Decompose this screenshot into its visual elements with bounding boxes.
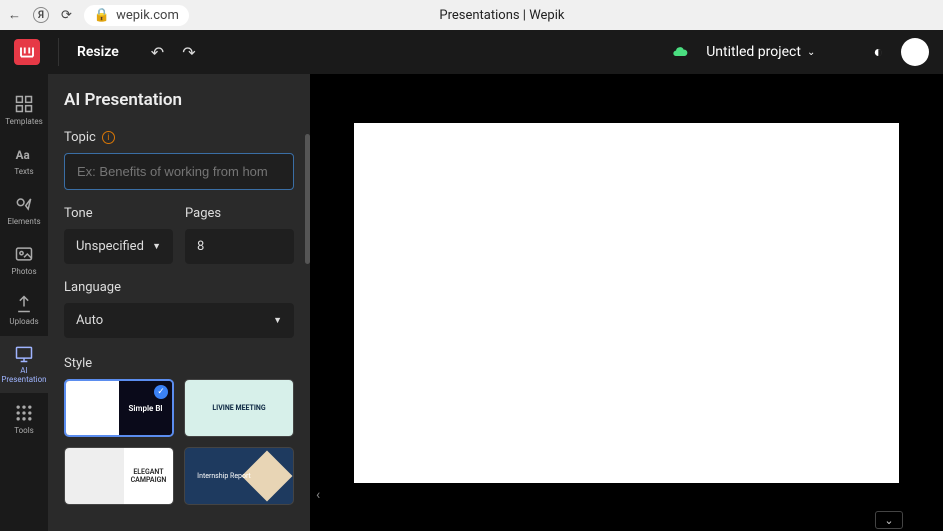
info-icon[interactable]: i — [102, 131, 115, 144]
tab-title: Presentations | Wepik — [201, 8, 803, 23]
language-label: Language — [64, 280, 121, 295]
language-value: Auto — [76, 313, 103, 328]
style-label: Style — [64, 356, 92, 371]
url-text: wepik.com — [116, 8, 179, 23]
style-name: Simple Bl — [129, 404, 163, 413]
sidebar-label: Elements — [7, 217, 40, 226]
tone-select[interactable]: Unspecified ▼ — [64, 229, 173, 264]
pages-label: Pages — [185, 206, 221, 221]
sidebar-item-ai-presentation[interactable]: AI Presentation — [0, 336, 48, 393]
style-name: Internship Report — [197, 472, 251, 480]
sidebar-item-texts[interactable]: Aa Texts — [0, 136, 48, 184]
prev-slide-icon[interactable]: ‹ — [316, 487, 320, 503]
avatar[interactable] — [901, 38, 929, 66]
style-card-simple[interactable]: Simple Bl ✓ — [64, 379, 174, 437]
app-toolbar: Resize ↶ ↷ Untitled project ⌄ ◐ — [0, 30, 943, 74]
project-name: Untitled project — [706, 44, 801, 60]
check-icon: ✓ — [154, 385, 168, 399]
tone-value: Unspecified — [76, 239, 144, 254]
pages-value: 8 — [197, 239, 204, 254]
sidebar-label: Photos — [11, 267, 36, 276]
language-select[interactable]: Auto ▼ — [64, 303, 294, 338]
style-card-livine[interactable]: LIVINE MEETING — [184, 379, 294, 437]
sidebar-item-elements[interactable]: Elements — [0, 186, 48, 234]
sidebar-item-photos[interactable]: Photos — [0, 236, 48, 284]
ai-presentation-panel: AI Presentation Topic i Tone Unspecified… — [48, 74, 310, 531]
redo-icon[interactable]: ↷ — [182, 43, 195, 62]
canvas-area[interactable]: ‹ ⌄ — [310, 74, 943, 531]
sidebar-item-templates[interactable]: Templates — [0, 86, 48, 134]
sidebar-label: Uploads — [9, 317, 38, 326]
undo-icon[interactable]: ↶ — [151, 43, 164, 62]
style-card-elegant[interactable]: ELEGANT CAMPAIGN — [64, 447, 174, 505]
style-name: LIVINE MEETING — [212, 404, 265, 412]
project-name-dropdown[interactable]: Untitled project ⌄ — [706, 44, 815, 60]
sidebar-label: Templates — [5, 117, 42, 126]
sidebar-label: AI Presentation — [0, 367, 48, 385]
yandex-icon[interactable]: Я — [33, 7, 49, 23]
reload-icon[interactable]: ⟳ — [61, 8, 72, 23]
sidebar-label: Texts — [14, 167, 33, 176]
pages-input[interactable]: 8 — [185, 229, 294, 264]
sidebar-label: Tools — [14, 426, 34, 435]
sidebar-item-tools[interactable]: Tools — [0, 395, 48, 443]
theme-icon[interactable]: ◐ — [873, 42, 883, 62]
wepik-logo[interactable] — [14, 39, 40, 65]
back-icon[interactable]: ← — [8, 7, 21, 23]
panel-title: AI Presentation — [64, 90, 294, 110]
sidebar-item-uploads[interactable]: Uploads — [0, 286, 48, 334]
divider — [58, 38, 59, 66]
style-grid: Simple Bl ✓ LIVINE MEETING ELEGANT CAMPA… — [64, 379, 294, 505]
svg-text:Aa: Aa — [16, 148, 30, 162]
resize-button[interactable]: Resize — [77, 44, 119, 60]
address-bar[interactable]: 🔒 wepik.com — [84, 5, 189, 26]
tone-label: Tone — [64, 206, 93, 221]
cloud-saved-icon — [672, 44, 688, 60]
topic-input[interactable] — [64, 153, 294, 190]
chevron-down-icon: ⌄ — [807, 47, 815, 58]
lock-icon: 🔒 — [94, 8, 110, 23]
style-card-internship[interactable]: Internship Report — [184, 447, 294, 505]
style-name: ELEGANT CAMPAIGN — [124, 468, 173, 484]
zoom-control[interactable]: ⌄ — [875, 511, 903, 529]
sidebar: Templates Aa Texts Elements Photos Uploa… — [0, 74, 48, 531]
slide-canvas[interactable] — [354, 123, 899, 483]
caret-down-icon: ▼ — [273, 315, 282, 326]
topic-label: Topic — [64, 130, 96, 145]
caret-down-icon: ▼ — [152, 241, 161, 252]
browser-chrome: ← Я ⟳ 🔒 wepik.com Presentations | Wepik — [0, 0, 943, 30]
